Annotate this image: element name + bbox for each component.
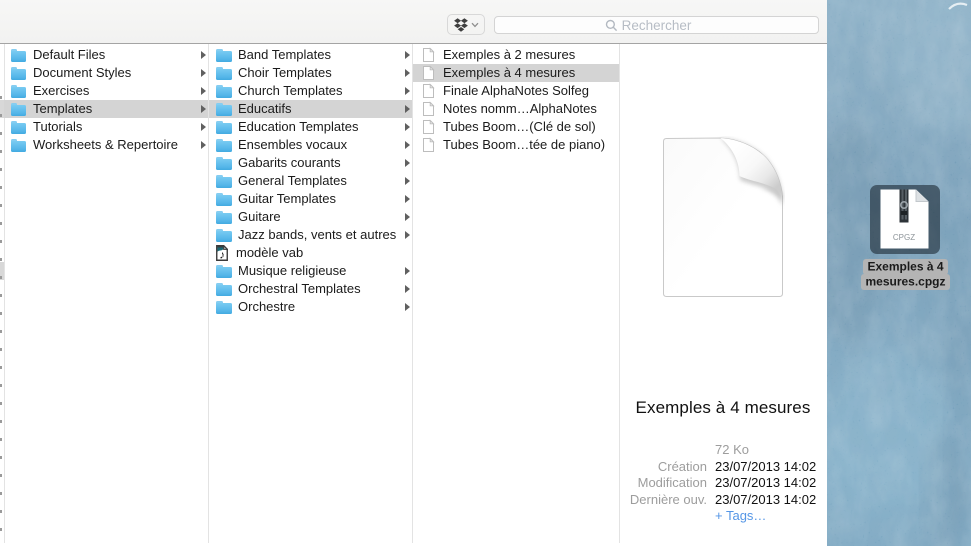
svg-text:CPGZ: CPGZ — [893, 233, 915, 242]
svg-text:♪: ♪ — [219, 249, 225, 261]
